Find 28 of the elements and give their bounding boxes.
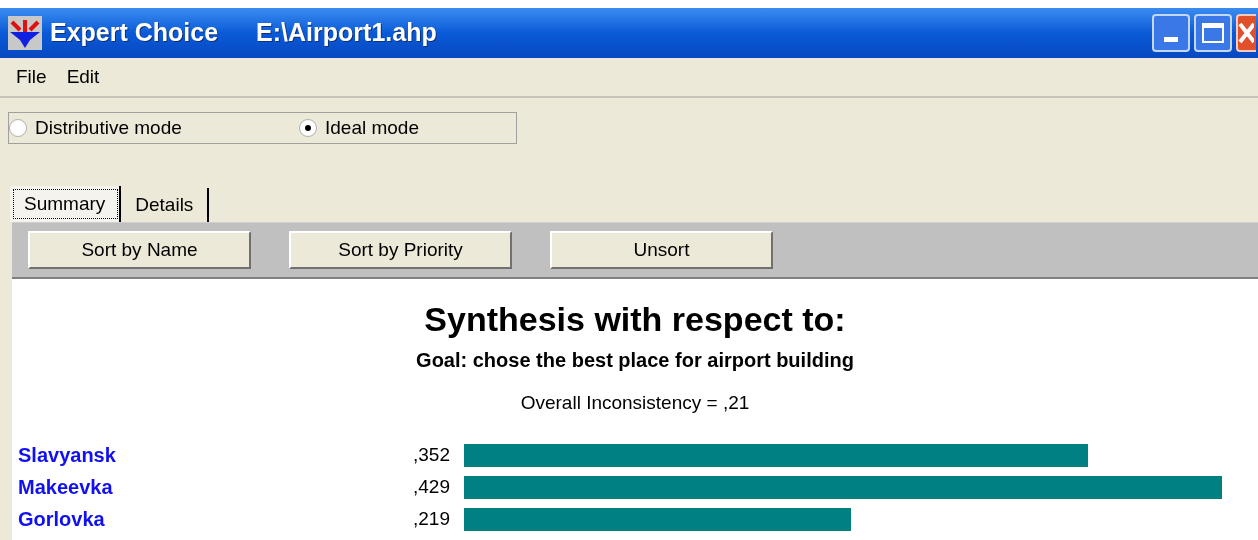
file-path: E:\Airport1.ahp	[256, 17, 437, 49]
menu-item[interactable]: Edit	[66, 62, 100, 92]
close-button[interactable]	[1236, 14, 1256, 52]
maximize-icon	[1202, 23, 1224, 43]
minimize-button[interactable]	[1152, 14, 1190, 52]
menu-item[interactable]: File	[16, 62, 47, 92]
priority-value: ,429	[412, 474, 450, 499]
tab[interactable]: Summary	[10, 186, 122, 222]
sort-button[interactable]: Sort by Priority	[289, 231, 512, 269]
minimize-icon	[1164, 37, 1178, 42]
synthesis-title: Synthesis with respect to:	[424, 299, 846, 339]
radio-button[interactable]	[9, 119, 27, 137]
sort-button[interactable]: Sort by Name	[28, 231, 251, 269]
window-title: Expert Choice	[50, 17, 219, 49]
radio-option[interactable]: Distributive mode	[9, 113, 299, 143]
alternative-name: Makeevka	[17, 475, 114, 500]
radio-button[interactable]	[299, 119, 317, 137]
priority-value: ,219	[412, 506, 450, 531]
close-icon	[1238, 22, 1254, 44]
sort-button[interactable]: Unsort	[550, 231, 773, 269]
maximize-button[interactable]	[1194, 14, 1232, 52]
radio-option[interactable]: Ideal mode	[299, 113, 419, 143]
goal-text: Goal: chose the best place for airport building	[416, 348, 854, 373]
alternative-name: Slavyansk	[17, 443, 117, 468]
app-logo-icon	[8, 16, 42, 50]
inconsistency-text: Overall Inconsistency = ,21	[520, 391, 750, 415]
alternative-name: Gorlovka	[17, 507, 106, 532]
priority-value: ,352	[412, 442, 450, 467]
